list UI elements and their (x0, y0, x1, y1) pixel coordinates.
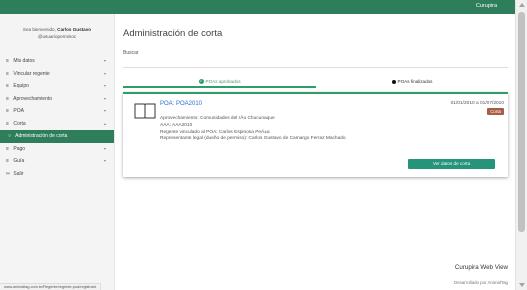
chevron-down-icon: ▾ (103, 108, 106, 113)
sidebar: Sea bienvenido, Carlos Gustavo @usuariop… (0, 14, 115, 290)
poa-card: POA: POA2010 01/01/2010 a 01/07/2010 Cor… (123, 92, 508, 177)
user-name: Carlos Gustavo (57, 27, 92, 32)
status-bar-url: www.animaltag.com.br/Regente/regente-poa… (0, 283, 102, 290)
sidebar-item-label: Equipo (13, 83, 29, 89)
exit-icon: ⇰ (6, 170, 11, 177)
sidebar-item-label: Administración de corta (15, 133, 68, 139)
welcome-message: Sea bienvenido, Carlos Gustavo @usuariop… (0, 14, 114, 40)
chevron-down-icon: ▾ (103, 95, 106, 101)
sidebar-item-label: Vincular regente (13, 70, 50, 77)
scroll-down-arrow-icon[interactable] (519, 283, 525, 287)
tab-poas-aprobados[interactable]: ✓ POAs aprobados (123, 76, 316, 88)
list-icon: ≡ (6, 145, 9, 152)
welcome-prefix: Sea bienvenido, (22, 27, 56, 32)
sidebar-item-corta[interactable]: ≡ Corta ▴ (0, 118, 114, 131)
footer-title: Curupira Web View (454, 264, 508, 271)
list-icon: ≡ (6, 83, 9, 89)
poa-details: Aprovechamiento: Comunidades del rÃo Chu… (160, 116, 346, 143)
user-handle: @usuariopermisoc (37, 33, 77, 39)
chevron-down-icon: ▾ (103, 58, 106, 63)
sidebar-item-label: Corta (13, 120, 26, 127)
sidebar-item-salir[interactable]: ⇰ Salir (0, 168, 114, 181)
tab-poas-finalizados[interactable]: POAs finalizados (316, 76, 508, 88)
ver-datos-de-corta-button[interactable]: Ver datos de corta (408, 159, 495, 169)
chevron-down-icon: ▾ (103, 83, 106, 88)
list-icon: ≡ (6, 108, 9, 114)
footer-credit: Desarrollado por AnimalTag (454, 280, 508, 285)
sidebar-item-mis-datos[interactable]: ≡ Mis datos ▾ (0, 55, 114, 68)
poa-representante: Representante legal (dueño de permiso): … (160, 136, 346, 142)
list-icon: ≡ (6, 70, 9, 77)
check-circle-icon: ✓ (198, 79, 204, 85)
chevron-up-icon: ▴ (103, 120, 106, 126)
sidebar-item-label: Salir (13, 170, 24, 177)
chevron-down-icon: ▾ (103, 145, 106, 151)
chevron-down-icon: ▾ (103, 158, 106, 163)
circle-icon: ○ (8, 133, 12, 139)
brand-name[interactable]: Curupira (476, 3, 497, 9)
sidebar-item-poa[interactable]: ≡ POA ▾ (0, 105, 114, 118)
sidebar-item-equipo[interactable]: ≡ Equipo ▾ (0, 80, 114, 93)
sidebar-item-label: Guía (13, 158, 25, 164)
tab-label: POAs aprobados (205, 79, 241, 84)
list-icon: ≡ (6, 120, 9, 127)
sidebar-item-label: Mis datos (13, 58, 35, 64)
status-badge: Corta (487, 108, 504, 115)
page-title: Administración de corta (123, 28, 223, 39)
sidebar-item-label: Pago (13, 145, 26, 152)
list-icon: ≡ (6, 158, 9, 164)
scroll-up-arrow-icon[interactable] (519, 3, 525, 7)
poa-date-range: 01/01/2010 a 01/07/2010 (450, 101, 504, 106)
sidebar-item-aprovechamiento[interactable]: ≡ Aprovechamiento ▾ (0, 93, 114, 106)
search-label: Buscar (123, 50, 139, 56)
scrollbar-thumb[interactable] (518, 12, 525, 232)
sidebar-item-pago[interactable]: ≡ Pago ▾ (0, 143, 114, 156)
dot-icon (391, 79, 396, 84)
sidebar-item-label: Aprovechamiento (13, 95, 53, 102)
poa-aaa: AAA: AAA2010 (160, 122, 193, 128)
list-icon: ≡ (6, 95, 9, 102)
sidebar-menu: ≡ Mis datos ▾ ≡ Vincular regente ▾ ≡ Equ… (0, 55, 114, 180)
sidebar-item-vincular-regente[interactable]: ≡ Vincular regente ▾ (0, 68, 114, 81)
sidebar-item-label: POA (13, 108, 24, 114)
search-input[interactable] (123, 58, 508, 68)
tab-label: POAs finalizados (397, 79, 433, 84)
sidebar-item-guia[interactable]: ≡ Guía ▾ (0, 155, 114, 168)
list-icon: ≡ (6, 58, 9, 64)
vertical-scrollbar[interactable] (515, 0, 527, 290)
book-icon (134, 103, 156, 119)
main-content: Administración de corta Buscar ✓ POAs apr… (116, 14, 515, 290)
chevron-down-icon: ▾ (103, 70, 106, 76)
poa-aprovechamiento: Aprovechamiento: Comunidades del rÃo Chu… (160, 116, 275, 121)
poa-title[interactable]: POA: POA2010 (160, 101, 202, 107)
sidebar-item-administracion-de-corta[interactable]: ○ Administración de corta (0, 130, 114, 143)
top-bar: Curupira (0, 0, 515, 14)
